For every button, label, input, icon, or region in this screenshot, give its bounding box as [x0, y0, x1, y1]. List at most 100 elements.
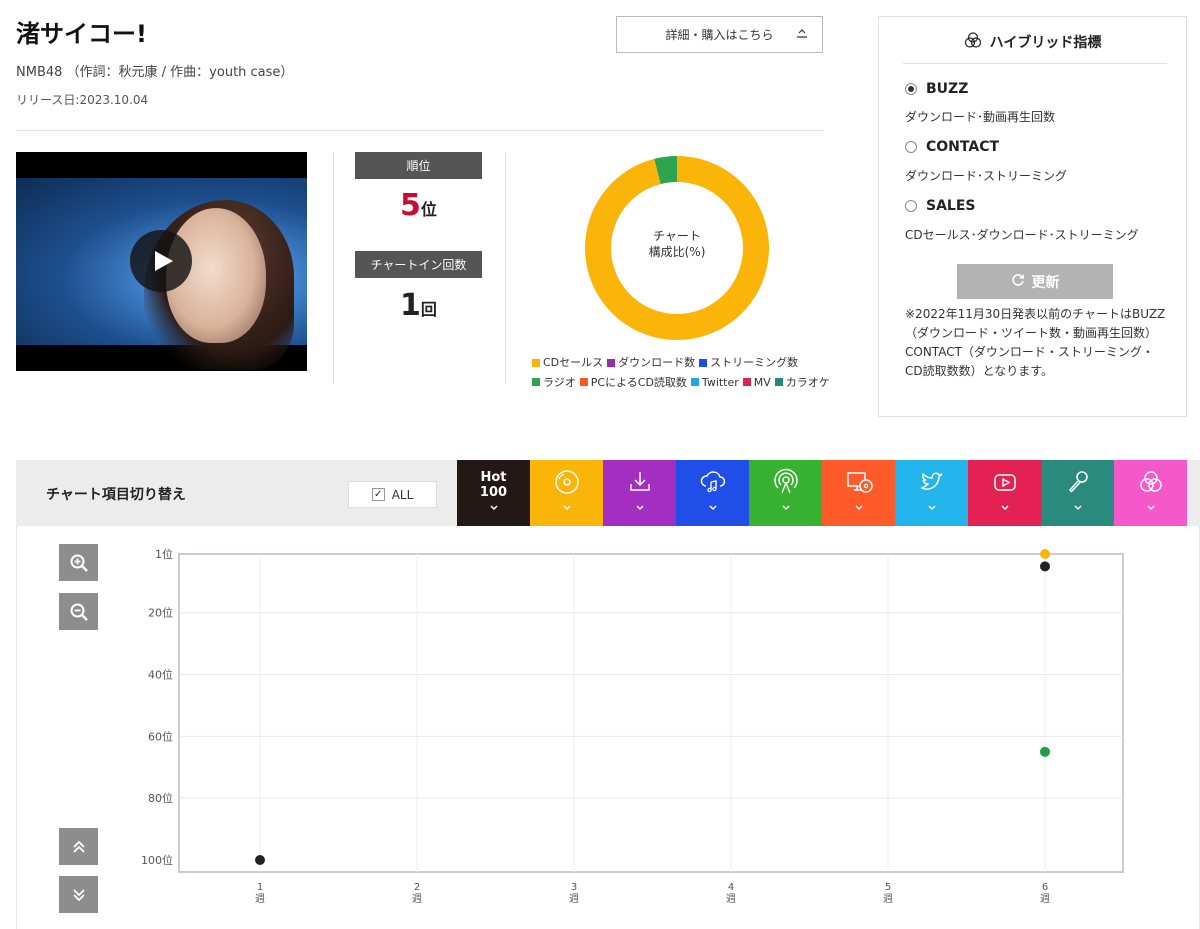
donut-legend: CDセールス ダウンロード数 ストリーミング数 ラジオ PCによるCD読取数 Twitte… [532, 353, 852, 392]
video-player[interactable] [16, 152, 307, 371]
chart-point[interactable] [1040, 561, 1050, 572]
legend-label: PCによるCD読取数 [590, 375, 687, 389]
legend-swatch [579, 378, 588, 386]
divider [903, 63, 1167, 64]
all-checkbox[interactable]: ✓ ALL [348, 481, 437, 508]
chart-tab-hybrid[interactable] [1114, 460, 1187, 526]
x-tick-unit: 週 [1040, 893, 1050, 905]
legend-item: PCによるCD読取数 [579, 373, 687, 392]
chevron-down-icon [927, 504, 937, 516]
download-icon [629, 472, 650, 491]
x-tick-unit: 週 [255, 893, 265, 905]
detail-purchase-label: 詳細・購入はこちら [665, 28, 774, 42]
rank-value: 5位 [355, 188, 482, 223]
chart-tab-twitter[interactable] [895, 460, 968, 526]
hybrid-title-text: ハイブリッド指標 [989, 35, 1102, 51]
y-tick-label: 1位 [155, 547, 173, 561]
legend-swatch [532, 358, 540, 367]
streaming-icon [700, 471, 725, 493]
legend-item: MV [742, 373, 771, 392]
scroll-down-button[interactable] [59, 876, 98, 913]
release-date: リリース日:2023.10.04 [16, 93, 149, 107]
song-credit: NMB48 （作詞：秋元康 / 作曲：youth case） [16, 65, 294, 80]
rank-history-chart: 1位20位40位60位80位100位1週2週3週4週5週6週 [141, 547, 1124, 905]
radio-icon[interactable] [905, 141, 917, 153]
x-tick-label: 6 [1042, 882, 1048, 893]
legend-swatch [607, 358, 616, 367]
hybrid-option-contact[interactable]: CONTACT [905, 139, 999, 155]
legend-item: ラジオ [532, 373, 576, 392]
zoom-in-button[interactable] [59, 544, 98, 581]
legend-swatch [742, 378, 751, 386]
chart-point[interactable] [1040, 549, 1050, 559]
hybrid-option-desc: ダウンロード･動画再生回数 [905, 110, 1056, 124]
zoom-out-icon [70, 603, 88, 621]
legend-label: ストリーミング数 [710, 356, 799, 369]
chart-point[interactable] [1040, 746, 1050, 757]
rank-unit: 位 [420, 200, 437, 219]
legend-item: Twitter [690, 373, 739, 392]
hybrid-option-label: BUZZ [926, 81, 969, 97]
chevron-down-icon [562, 504, 572, 516]
legend-item: ストリーミング数 [699, 353, 798, 372]
hybrid-option-buzz[interactable]: BUZZ [905, 81, 968, 97]
chevron-down-icon [635, 504, 645, 516]
chart-tab-cd[interactable] [530, 460, 603, 526]
cd-icon [554, 470, 579, 494]
hybrid-icon [964, 31, 982, 53]
update-button[interactable]: 更新 [957, 264, 1113, 299]
x-tick-label: 3 [571, 882, 577, 893]
zoom-out-button[interactable] [59, 593, 98, 630]
chart-tab-streaming[interactable] [676, 460, 749, 526]
chart-tab-youtube[interactable] [968, 460, 1041, 526]
x-tick-label: 1 [257, 882, 263, 893]
play-icon[interactable] [130, 230, 192, 292]
legend-swatch [699, 358, 708, 367]
chart-in-label: チャートイン回数 [355, 251, 482, 278]
legend-swatch [690, 378, 699, 386]
hybrid-option-desc: ダウンロード･ストリーミング [905, 169, 1068, 183]
chart-tab-pc-cd[interactable] [822, 460, 895, 526]
chart-tab-radio[interactable] [749, 460, 822, 526]
x-tick-label: 4 [728, 882, 734, 893]
legend-label: ラジオ [543, 375, 576, 389]
chevron-down-icon [1146, 504, 1156, 516]
y-tick-label: 80位 [148, 791, 173, 805]
chart-in-value: 1回 [355, 288, 482, 323]
chart-in-unit: 回 [420, 300, 437, 319]
chart-tab-download[interactable] [603, 460, 676, 526]
rank-number: 5 [400, 188, 421, 223]
legend-label: MV [753, 375, 771, 389]
zoom-in-icon [70, 554, 88, 572]
detail-purchase-button[interactable]: 詳細・購入はこちら [616, 16, 823, 53]
check-icon[interactable]: ✓ [371, 488, 385, 501]
chart-point[interactable] [255, 855, 265, 865]
legend-label: カラオケ [785, 375, 830, 389]
twitter-icon [919, 472, 942, 490]
legend-item: ダウンロード数 [607, 353, 695, 372]
karaoke-icon [1068, 471, 1088, 493]
hybrid-title: ハイブリッド指標 [879, 31, 1186, 53]
hybrid-option-sales[interactable]: SALES [905, 198, 976, 214]
scroll-up-button[interactable] [59, 828, 98, 865]
hybrid-panel: ハイブリッド指標 BUZZ ダウンロード･動画再生回数 CONTACT ダウンロ… [878, 16, 1187, 417]
hot100-label: Hot [480, 470, 507, 485]
y-tick-label: 20位 [148, 606, 173, 620]
song-title: 渚サイコー! [16, 20, 147, 48]
chart-tab-karaoke[interactable] [1041, 460, 1114, 526]
chart-tab-title: チャート項目切り替え [46, 487, 186, 503]
hybrid-option-label: CONTACT [926, 139, 1000, 155]
chevron-down-icon [489, 504, 499, 516]
chart-tab-hot100[interactable]: Hot 100 [457, 460, 530, 526]
legend-swatch [532, 378, 540, 386]
chevron-down-icon [1073, 504, 1083, 516]
chevron-down-icon [781, 504, 791, 516]
radio-selected-icon[interactable] [905, 83, 917, 95]
hybrid-icon [1139, 471, 1162, 492]
divider [333, 152, 334, 384]
rank-history-chart-area: 1位 20位 40位 60位 80位 100位 1 週 2 週 3 週 4 週 5 週 6 週 [16, 526, 1200, 929]
refresh-icon [1011, 273, 1025, 291]
radio-icon[interactable] [905, 200, 917, 212]
legend-label: ダウンロード数 [618, 356, 696, 369]
chevron-down-icon [708, 504, 718, 516]
